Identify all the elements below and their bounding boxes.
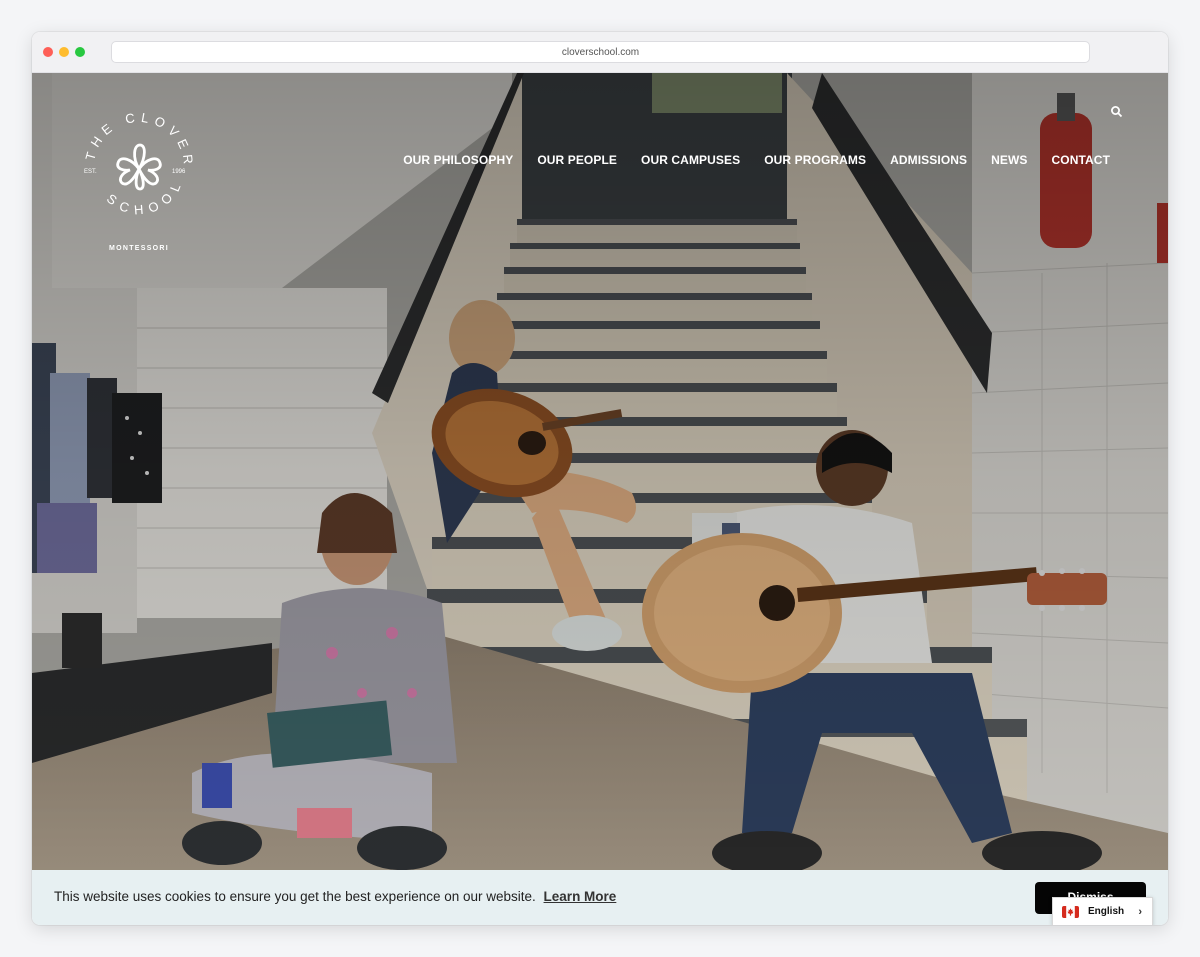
language-selector[interactable]: English › <box>1052 897 1153 925</box>
logo-est: EST. <box>84 169 97 175</box>
svg-text:SCHOOL: SCHOOL <box>104 175 186 218</box>
school-logo[interactable]: THE CLOVER SCHOOL EST. 1996 MONTESSORI <box>80 97 198 252</box>
cookie-banner: This website uses cookies to ensure you … <box>32 870 1168 925</box>
minimize-window-button[interactable] <box>59 47 69 57</box>
browser-toolbar: cloverschool.com <box>32 32 1168 73</box>
main-navigation: OUR PHILOSOPHY OUR PEOPLE OUR CAMPUSES O… <box>403 153 1110 167</box>
cookie-message: This website uses cookies to ensure you … <box>54 889 616 904</box>
search-icon[interactable] <box>1110 105 1124 119</box>
svg-text:THE CLOVER: THE CLOVER <box>82 110 196 170</box>
maximize-window-button[interactable] <box>75 47 85 57</box>
nav-contact[interactable]: CONTACT <box>1052 153 1110 167</box>
nav-news[interactable]: NEWS <box>991 153 1027 167</box>
nav-our-philosophy[interactable]: OUR PHILOSOPHY <box>403 153 513 167</box>
canada-flag-icon <box>1062 905 1079 918</box>
cookie-text: This website uses cookies to ensure you … <box>54 889 536 904</box>
address-url: cloverschool.com <box>561 46 640 58</box>
hero-section: THE CLOVER SCHOOL EST. 1996 MONTESSORI O… <box>32 73 1168 870</box>
learn-more-link[interactable]: Learn More <box>544 889 617 904</box>
nav-our-people[interactable]: OUR PEOPLE <box>537 153 617 167</box>
logo-year: 1996 <box>172 169 186 175</box>
address-bar[interactable]: cloverschool.com <box>111 41 1090 63</box>
nav-our-programs[interactable]: OUR PROGRAMS <box>764 153 866 167</box>
logo-subtitle: MONTESSORI <box>108 245 170 252</box>
hero-photo <box>32 73 1168 870</box>
clover-logo-icon: THE CLOVER SCHOOL EST. 1996 <box>82 110 196 218</box>
browser-window: cloverschool.com THE CLOVER SCHOOL EST. … <box>32 32 1168 925</box>
nav-admissions[interactable]: ADMISSIONS <box>890 153 967 167</box>
chevron-right-icon: › <box>1138 906 1142 918</box>
close-window-button[interactable] <box>43 47 53 57</box>
language-label: English <box>1088 906 1125 917</box>
nav-our-campuses[interactable]: OUR CAMPUSES <box>641 153 740 167</box>
